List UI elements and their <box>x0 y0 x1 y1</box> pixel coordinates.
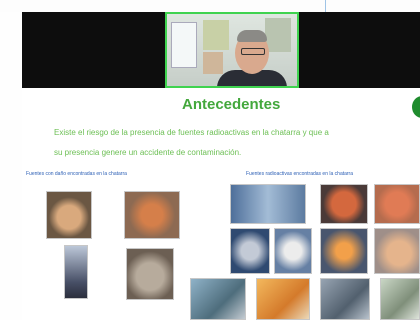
left-caption: Fuentes con daño encontradas en la chata… <box>26 171 127 177</box>
photo-right-3 <box>374 184 420 224</box>
photo-right-2 <box>320 184 368 224</box>
photo-right-1 <box>230 184 306 224</box>
slide-text-line-2: su presencia genere un accidente de cont… <box>54 148 242 157</box>
video-poster <box>265 18 291 52</box>
video-poster <box>203 52 223 74</box>
slide-text-line-1: Existe el riesgo de la presencia de fuen… <box>54 128 329 137</box>
participant-video-tile[interactable] <box>165 12 299 88</box>
photo-right-4 <box>230 228 270 274</box>
photo-bottom-4 <box>380 278 420 320</box>
slide-title: Antecedentes <box>182 96 281 113</box>
photo-left-2 <box>124 191 180 239</box>
photo-bottom-3 <box>320 278 370 320</box>
photo-left-1 <box>46 191 92 239</box>
photo-right-7 <box>374 228 420 274</box>
participant-glasses <box>241 48 265 55</box>
photo-right-5 <box>274 228 312 274</box>
shared-slide: Antecedentes Existe el riesgo de la pres… <box>22 88 420 320</box>
video-window <box>171 22 197 68</box>
participant-hair <box>237 30 267 42</box>
photo-left-3 <box>64 245 88 299</box>
photo-bottom-1 <box>190 278 246 320</box>
logo-icon <box>412 96 420 118</box>
top-margin <box>0 0 420 12</box>
video-poster <box>203 20 229 50</box>
window-divider-line <box>325 0 326 12</box>
right-caption: Fuentes radioactivas encontradas en la c… <box>246 171 354 177</box>
photo-bottom-2 <box>256 278 310 320</box>
photo-left-4 <box>126 248 174 300</box>
photo-right-6 <box>320 228 368 274</box>
